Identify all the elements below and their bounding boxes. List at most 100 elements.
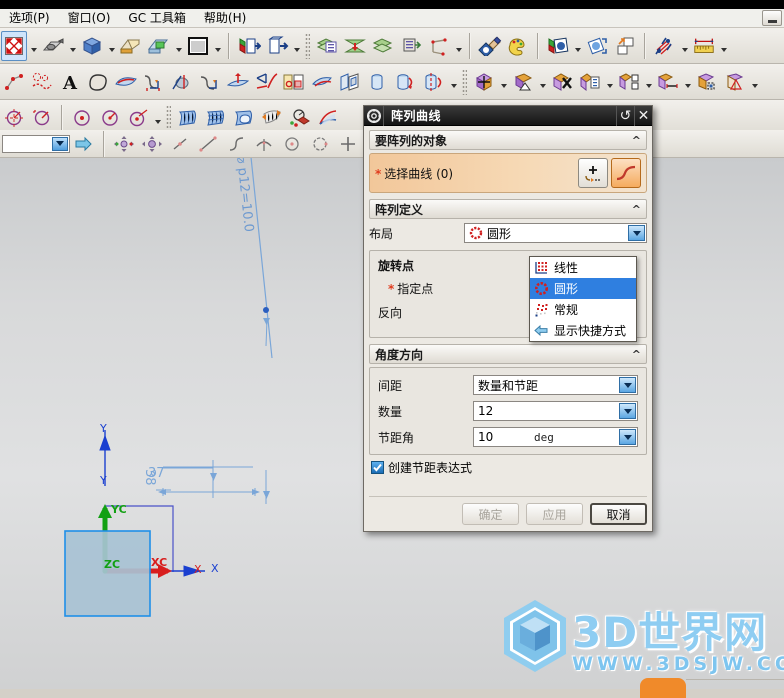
pattern-feature-dropdown-arrow[interactable] [643, 67, 654, 97]
sketch-curve-icon[interactable] [29, 67, 55, 97]
toolbar-grip-3[interactable] [166, 104, 171, 131]
chevron-down-icon[interactable] [52, 136, 68, 151]
apply-button[interactable]: 应用 [526, 503, 583, 525]
reset-icon[interactable]: ↺ [616, 105, 634, 126]
snapshot-dropdown-arrow[interactable] [67, 31, 78, 61]
chevron-up-icon-3[interactable]: ^ [632, 348, 641, 361]
layout-combo[interactable]: 圆形 [464, 223, 647, 243]
ok-button[interactable]: 确定 [462, 503, 519, 525]
move-object-dropdown-arrow[interactable] [498, 67, 509, 97]
circle-center-icon[interactable] [1, 103, 27, 133]
minimize-button[interactable] [762, 10, 782, 26]
studio-icon[interactable] [584, 31, 610, 61]
section-header-definition[interactable]: 阵列定义 ^ [369, 199, 647, 219]
work-layer-combo[interactable] [2, 134, 70, 153]
menu-item-help[interactable]: 帮助(H) [195, 9, 255, 27]
count-field[interactable]: 12 [473, 401, 638, 421]
text-icon[interactable]: A [57, 67, 83, 97]
taper-icon[interactable] [722, 67, 748, 97]
paint-icon[interactable] [505, 31, 531, 61]
move-to-layer-icon[interactable] [398, 31, 424, 61]
true-shading-dropdown-arrow[interactable] [572, 31, 583, 61]
analysis-curve-icon[interactable] [652, 31, 678, 61]
static-wireframe-dropdown-arrow[interactable] [173, 31, 184, 61]
line-icon[interactable] [167, 129, 193, 159]
chevron-down-icon-pitch[interactable] [619, 429, 636, 445]
true-shading-icon[interactable] [545, 31, 571, 61]
shaded-cube-icon[interactable] [79, 31, 105, 61]
dropdown-item-linear[interactable]: 线性 [530, 257, 636, 278]
snapshot-icon[interactable] [40, 31, 66, 61]
dropdown-item-general[interactable]: 常规 [530, 299, 636, 320]
measure-dropdown-arrow[interactable] [718, 31, 729, 61]
offset-surface-icon[interactable] [309, 67, 335, 97]
fit-view-icon[interactable] [1, 30, 27, 61]
checkbox-checked-icon[interactable] [371, 461, 384, 474]
arc-icon[interactable] [251, 129, 277, 159]
dialog-title-bar[interactable]: 阵列曲线 ↺ ✕ [364, 105, 652, 126]
gear-icon[interactable] [364, 105, 384, 126]
dropdown-item-circular[interactable]: 圆形 [530, 278, 636, 299]
layer-category-icon[interactable] [370, 31, 396, 61]
analysis-curve-dropdown-arrow[interactable] [679, 31, 690, 61]
chevron-down-icon-spacing[interactable] [619, 377, 636, 393]
clip-section-front-icon[interactable] [236, 31, 262, 61]
copy-paste-dropdown-arrow[interactable] [604, 67, 615, 97]
shaded-edges-icon[interactable] [118, 31, 144, 61]
spline-icon[interactable] [223, 129, 249, 159]
layout-dropdown-list[interactable]: 线性 圆形 常规 显示快捷方式 [529, 256, 637, 342]
face-analysis-icon[interactable] [185, 31, 211, 61]
tube-icon[interactable] [421, 67, 447, 97]
count-value[interactable]: 12 [474, 403, 552, 419]
dropdown-item-show-shortcut[interactable]: 显示快捷方式 [530, 320, 636, 341]
taper-dropdown-arrow[interactable] [749, 67, 760, 97]
clip-section-back-icon[interactable] [264, 31, 290, 61]
extrude-icon[interactable] [365, 67, 391, 97]
plus-icon[interactable] [335, 129, 361, 159]
mirror-curve-icon[interactable] [281, 67, 307, 97]
chevron-up-icon-2[interactable]: ^ [632, 203, 641, 216]
pitch-field[interactable]: 10 deg [473, 427, 638, 447]
measure-distance-icon[interactable] [691, 31, 717, 61]
revolve-icon[interactable] [393, 67, 419, 97]
section-header-angle[interactable]: 角度方向 ^ [369, 344, 647, 364]
fit-view-dropdown-arrow[interactable] [28, 31, 39, 61]
render-style-icon[interactable] [477, 31, 503, 61]
static-wireframe-icon[interactable] [146, 31, 172, 61]
tube-dropdown-arrow[interactable] [448, 67, 459, 97]
spacing-combo[interactable]: 数量和节距 [473, 375, 638, 395]
region-icon[interactable] [85, 67, 111, 97]
face-analysis-dropdown-arrow[interactable] [212, 31, 223, 61]
move-object-icon[interactable] [471, 67, 497, 97]
close-icon[interactable]: ✕ [634, 105, 652, 126]
subtract-icon[interactable] [549, 67, 575, 97]
go-icon[interactable] [71, 129, 97, 159]
combined-projection-icon[interactable] [253, 67, 279, 97]
offset-curve-icon[interactable] [141, 67, 167, 97]
curve-rule-icon[interactable] [611, 158, 641, 188]
chevron-down-icon-count[interactable] [619, 403, 636, 419]
line2-icon[interactable] [195, 129, 221, 159]
toolbar-grip-2[interactable] [462, 68, 467, 95]
linear-dimension-label-overlap[interactable]: 38 [142, 469, 157, 486]
section-header-objects[interactable]: 要阵列的对象 ^ [369, 130, 647, 150]
layer-settings-icon[interactable] [314, 31, 340, 61]
toolbar-grip[interactable] [305, 32, 310, 59]
create-pitch-expression-row[interactable]: 创建节距表达式 [371, 459, 647, 476]
shaded-cube-dropdown-arrow[interactable] [106, 31, 117, 61]
cancel-button[interactable]: 取消 [590, 503, 647, 525]
surface-bridge-icon[interactable] [113, 67, 139, 97]
select-curve-bar[interactable]: * 选择曲线 (0) [369, 153, 647, 193]
work-view-dropdown-arrow[interactable] [453, 31, 464, 61]
draft-icon[interactable] [510, 67, 536, 97]
chevron-up-icon[interactable]: ^ [632, 134, 641, 147]
menu-item-gc-tools[interactable]: GC 工具箱 [119, 9, 195, 27]
extract-geometry-icon[interactable] [337, 67, 363, 97]
chevron-down-icon-layout[interactable] [628, 225, 645, 241]
intersect-curve-icon[interactable] [197, 67, 223, 97]
clip-section-dropdown-arrow[interactable] [291, 31, 302, 61]
window-section-icon[interactable] [612, 31, 638, 61]
circle-center-sketch-icon[interactable] [307, 129, 333, 159]
menu-item-window[interactable]: 窗口(O) [59, 9, 120, 27]
datum-point-icon[interactable] [1, 67, 27, 97]
